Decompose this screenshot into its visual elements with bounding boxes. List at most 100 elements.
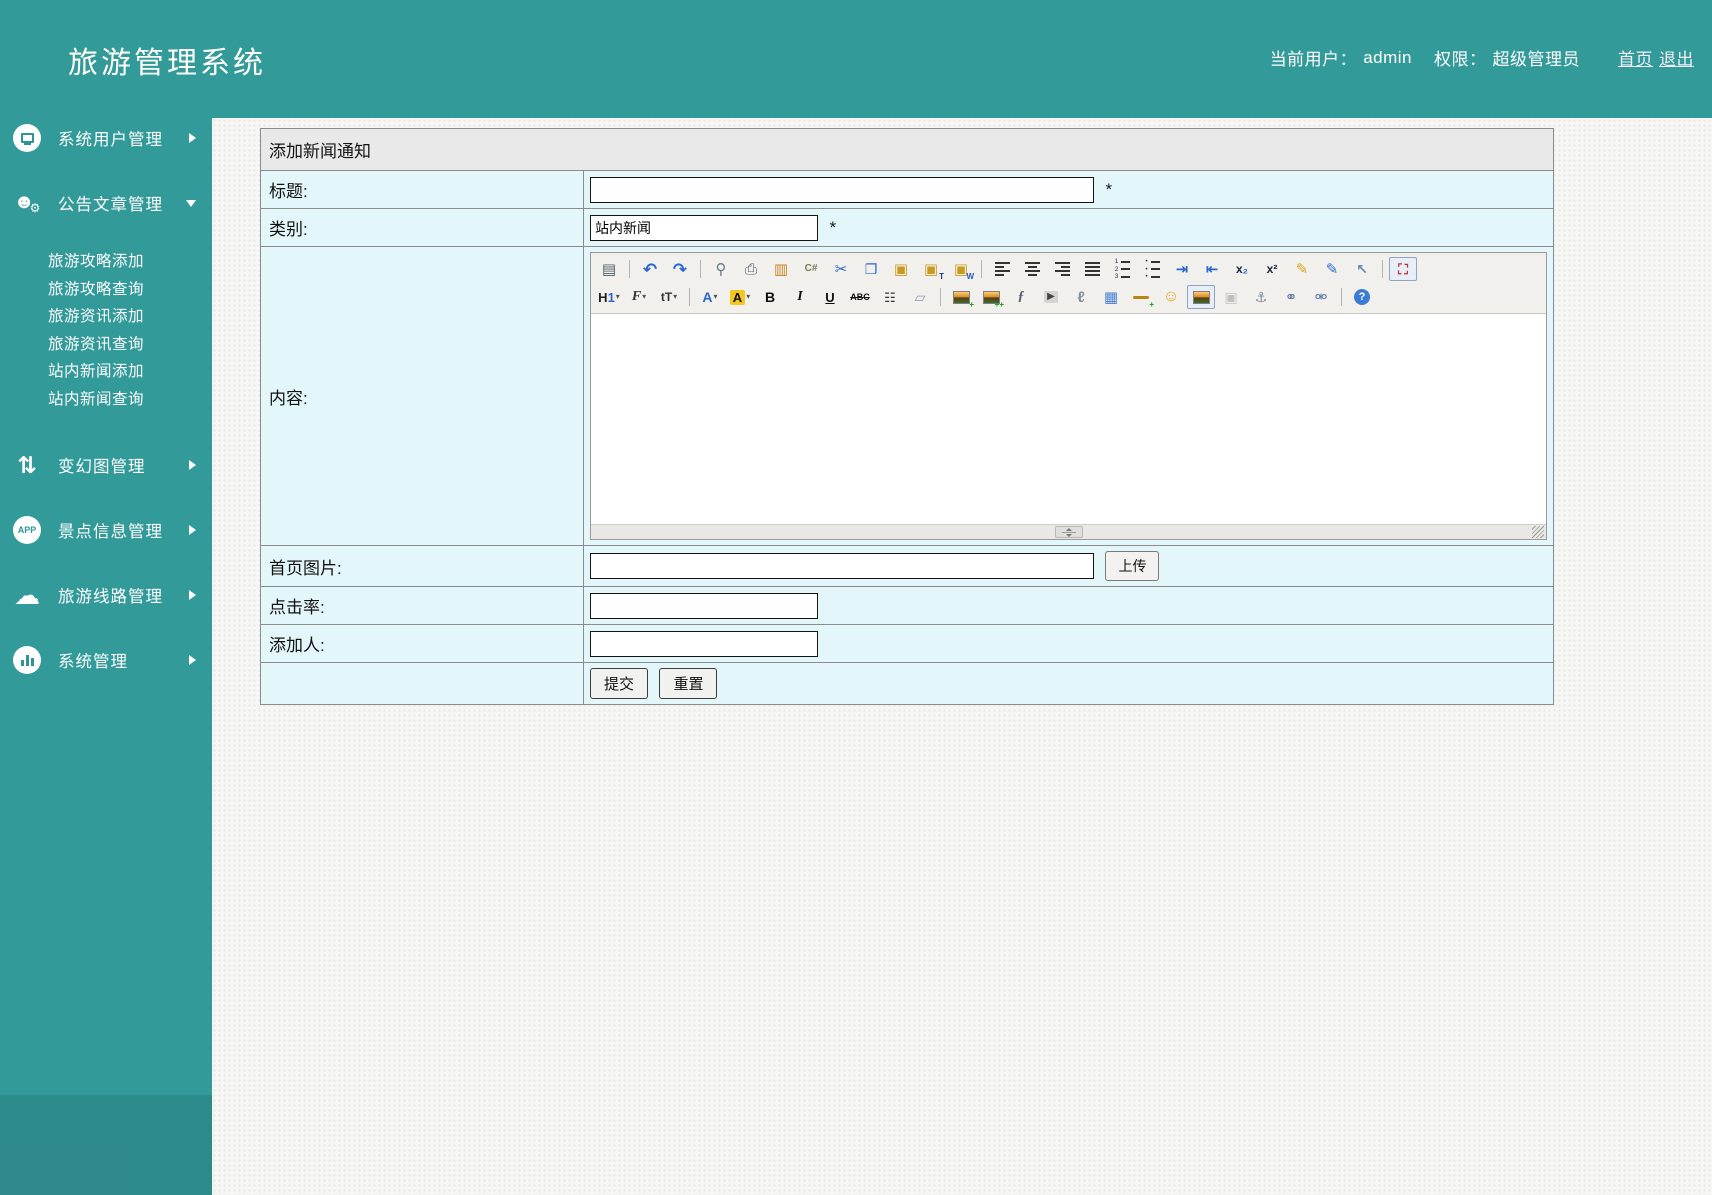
bold-icon[interactable]: B (756, 285, 784, 309)
editor-toolbar: ▤ ↶ ↷ ⚲ ⎙ ▥ C# ✂ ❐ ▣ ▣ T ▣ W 1 2 3 • • • ⇥ ⇤ x₂ x² ✎ ✎ ↖ ⛶ H1 ▾ F ▾ tT ▾… (591, 253, 1546, 314)
rich-text-editor: ▤ ↶ ↷ ⚲ ⎙ ▥ C# ✂ ❐ ▣ ▣ T ▣ W 1 2 3 • • • ⇥ ⇤ x₂ x² ✎ ✎ ↖ ⛶ H1 ▾ F ▾ tT ▾… (590, 252, 1547, 540)
clean-code-icon[interactable]: ✎ (1288, 257, 1316, 281)
toolbar-separator (700, 260, 701, 278)
insert-image-icon[interactable]: + (947, 285, 975, 309)
help-icon[interactable]: ? (1348, 285, 1376, 309)
sidebar-subitem-travel-guide-query[interactable]: 旅游攻略查询 (0, 276, 212, 304)
toolbar-separator (689, 288, 690, 306)
paragraph-format-icon[interactable]: H1 ▾ (595, 285, 623, 309)
monitor-icon (10, 124, 44, 152)
sidebar-item-banner-image-management[interactable]: ⇅ 变幻图管理 (0, 445, 212, 485)
upload-button[interactable]: 上传 (1105, 551, 1160, 581)
insert-flash-icon[interactable]: ƒ (1007, 285, 1035, 309)
sidebar-item-label: 景点信息管理 (58, 523, 163, 541)
form-title: 添加新闻通知 (260, 128, 1554, 171)
insert-media-icon[interactable]: ▶ (1037, 285, 1065, 309)
sidebar-item-label: 旅游线路管理 (58, 588, 163, 606)
undo-icon[interactable]: ↶ (636, 257, 664, 281)
indent-icon[interactable]: ⇥ (1168, 257, 1196, 281)
sidebar-subitem-site-news-query[interactable]: 站内新闻查询 (0, 386, 212, 414)
paste-icon[interactable]: ▣ (887, 257, 915, 281)
sidebar-subitem-site-news-add[interactable]: 站内新闻添加 (0, 358, 212, 386)
print-preview-icon[interactable]: ⚲ (707, 257, 735, 281)
submit-button[interactable]: 提交 (590, 668, 649, 699)
quick-typesetting-icon[interactable]: ✎ (1318, 257, 1346, 281)
sidebar-item-system-user-management[interactable]: 系统用户管理 (0, 118, 212, 158)
sidebar-item-travel-route-management[interactable]: ☁ 旅游线路管理 (0, 575, 212, 615)
unordered-list-icon[interactable]: • • • (1138, 257, 1166, 281)
cut-icon[interactable]: ✂ (827, 257, 855, 281)
anchor-icon[interactable]: ⚓ (1247, 285, 1275, 309)
redo-icon[interactable]: ↷ (666, 257, 694, 281)
sidebar-subitem-travel-info-add[interactable]: 旅游资讯添加 (0, 303, 212, 331)
align-justify-icon[interactable] (1078, 257, 1106, 281)
toolbar-separator (629, 260, 630, 278)
editor-toolbar-row2: H1 ▾ F ▾ tT ▾ A ▾ A ▾ B I U ABC ☷ ▱ + ++ ƒ ▶ ℓ ▦ + ☺ ▣ ⚓ ⚭ ⚮? (594, 283, 1543, 311)
view-source-icon[interactable]: ▤ (595, 257, 623, 281)
sidebar-item-announcement-article-management[interactable]: ☻ ⚙ 公告文章管理 (0, 183, 212, 223)
role-label: 权限： (1434, 50, 1487, 69)
nav-link-logout[interactable]: 退出 (1659, 45, 1694, 70)
print-icon[interactable]: ⎙ (737, 257, 765, 281)
fullscreen-icon[interactable]: ⛶ (1389, 257, 1417, 281)
image-input[interactable] (590, 553, 1094, 579)
align-center-icon[interactable] (1018, 257, 1046, 281)
buttons-row-spacer (260, 662, 584, 705)
title-label: 标题: (260, 170, 584, 209)
ordered-list-icon[interactable]: 123 (1108, 257, 1136, 281)
title-input[interactable] (590, 176, 1094, 203)
chevron-right-icon (189, 133, 196, 143)
paste-as-text-icon[interactable]: ▣ T (917, 257, 945, 281)
sidebar-subitem-travel-guide-add[interactable]: 旅游攻略添加 (0, 248, 212, 276)
copy-icon[interactable]: ❐ (857, 257, 885, 281)
toolbar-separator (1341, 288, 1342, 306)
insert-hr-icon[interactable]: + (1127, 285, 1155, 309)
highlight-color-icon[interactable]: A ▾ (726, 285, 754, 309)
subscript-icon[interactable]: x₂ (1228, 257, 1256, 281)
sidebar-item-label: 变幻图管理 (58, 458, 146, 476)
title-required-asterisk: * (1105, 179, 1113, 199)
sidebar-footer (0, 1095, 212, 1195)
nav-link-home[interactable]: 首页 (1618, 45, 1653, 70)
author-input[interactable] (590, 630, 818, 657)
attachment-icon[interactable]: ℓ (1067, 285, 1095, 309)
align-right-icon[interactable] (1048, 257, 1076, 281)
image-manager-icon[interactable] (1187, 285, 1215, 309)
outdent-icon[interactable]: ⇤ (1198, 257, 1226, 281)
category-input[interactable] (590, 214, 818, 241)
clicks-input[interactable] (590, 592, 818, 619)
editor-resize-handle[interactable] (1054, 526, 1083, 538)
font-color-icon[interactable]: A ▾ (696, 285, 724, 309)
content-label: 内容: (260, 246, 584, 546)
italic-icon[interactable]: I (786, 285, 814, 309)
eraser-icon[interactable]: ▱ (906, 285, 934, 309)
insert-table-icon[interactable]: ▦ (1097, 285, 1125, 309)
editor-body[interactable] (591, 314, 1546, 524)
select-all-icon[interactable]: ↖ (1348, 257, 1376, 281)
reset-button[interactable]: 重置 (659, 668, 718, 699)
sidebar-item-label: 系统管理 (58, 653, 128, 671)
paste-from-word-icon[interactable]: ▣ W (947, 257, 975, 281)
editor-corner-grip[interactable] (1532, 526, 1544, 538)
page-properties-icon[interactable]: ▥ (767, 257, 795, 281)
font-family-icon[interactable]: F ▾ (625, 285, 653, 309)
sidebar-item-system-management[interactable]: 系统管理 (0, 640, 212, 680)
chevron-right-icon (189, 655, 196, 665)
superscript-icon[interactable]: x² (1258, 257, 1286, 281)
sidebar-subitem-travel-info-query[interactable]: 旅游资讯查询 (0, 331, 212, 359)
batch-upload-image-icon[interactable]: ++ (977, 285, 1005, 309)
category-required-asterisk: * (829, 217, 837, 237)
align-left-icon[interactable] (988, 257, 1016, 281)
save-icon[interactable]: ▣ (1217, 285, 1245, 309)
underline-icon[interactable]: U (816, 285, 844, 309)
insert-code-icon[interactable]: C# (797, 257, 825, 281)
user-info-bar: 当前用户： admin 权限： 超级管理员 首页 退出 (1270, 45, 1694, 70)
line-spacing-icon[interactable]: ☷ (876, 285, 904, 309)
emoticon-icon[interactable]: ☺ (1157, 285, 1185, 309)
strikethrough-icon[interactable]: ABC (846, 285, 874, 309)
link-icon[interactable]: ⚭ (1277, 285, 1305, 309)
font-size-icon[interactable]: tT ▾ (655, 285, 683, 309)
unlink-icon[interactable]: ⚮ (1307, 285, 1335, 309)
sidebar-item-scenic-spot-management[interactable]: APP 景点信息管理 (0, 510, 212, 550)
bar-chart-icon (10, 646, 44, 674)
